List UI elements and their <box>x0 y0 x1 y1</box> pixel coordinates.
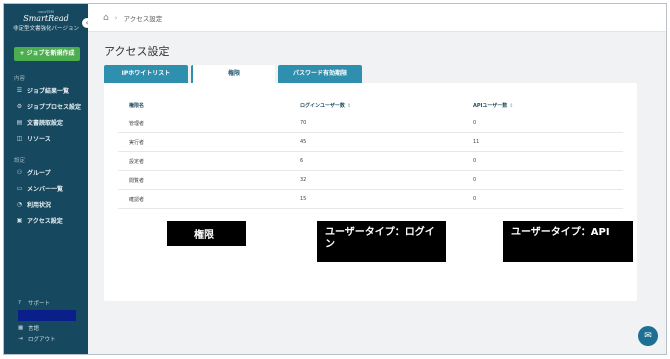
table-row: 設定者 6 0 <box>118 153 623 171</box>
sidebar-item-label: ジョブプロセス設定 <box>27 103 82 111</box>
cell-api-users: 0 <box>473 177 477 183</box>
cell-role: 閲覧者 <box>129 178 145 184</box>
table-row: 実行者 45 11 <box>118 134 623 152</box>
document-icon: ▤ <box>16 118 23 126</box>
home-icon[interactable]: ⌂ <box>103 13 109 23</box>
logout-link[interactable]: ⇥ ログアウト <box>18 335 56 343</box>
tab-password-expiry[interactable]: パスワード有効期限 <box>278 65 362 83</box>
sidebar-item-usage[interactable]: ◔ 利用状況 <box>16 199 51 209</box>
section-label-settings: 設定 <box>14 158 26 164</box>
language-icon: ▦ <box>18 325 24 331</box>
column-header-login-users[interactable]: ログインユーザー数 ⇕ <box>300 102 351 109</box>
list-icon: ☰ <box>16 86 23 94</box>
group-icon: ⚇ <box>16 168 23 176</box>
redacted-bar <box>18 310 76 321</box>
sort-icon[interactable]: ⇕ <box>347 103 351 109</box>
sidebar-item-access-settings[interactable]: ▣ アクセス設定 <box>16 215 63 225</box>
access-icon: ▣ <box>16 216 23 224</box>
sidebar-item-label: 文書読取設定 <box>27 119 64 127</box>
sidebar-item-group[interactable]: ⚇ グループ <box>16 167 51 177</box>
chevron-right-icon: › <box>114 13 118 22</box>
logo-product: SmartRead <box>23 14 69 23</box>
app-window: cocoTEM SmartRead 非定型文書強化バージョン ‹ + ジョブを新… <box>3 3 667 355</box>
tab-ip-whitelist[interactable]: IPホワイトリスト <box>104 65 188 83</box>
section-label-content: 内容 <box>14 76 26 82</box>
logo[interactable]: cocoTEM SmartRead 非定型文書強化バージョン <box>4 10 88 32</box>
breadcrumb-current: アクセス設定 <box>123 14 163 23</box>
cell-api-users: 11 <box>473 139 480 145</box>
annotation-user-type-login: ユーザータイプ：ログイン <box>317 221 446 262</box>
tab-permissions[interactable]: 権限 <box>191 65 275 83</box>
annotation-permissions: 権限 <box>167 221 246 246</box>
sidebar-item-label: メンバー一覧 <box>27 185 64 193</box>
column-header-role: 権限名 <box>129 103 145 109</box>
logo-edition: 非定型文書強化バージョン <box>13 26 79 32</box>
sidebar-item-label: リソース <box>27 135 51 143</box>
sort-icon[interactable]: ⇕ <box>509 103 513 109</box>
usage-icon: ◔ <box>16 200 23 208</box>
resource-icon: ◫ <box>16 134 23 142</box>
cell-login-users: 32 <box>300 177 307 183</box>
sidebar-item-label: アクセス設定 <box>27 217 63 225</box>
cell-role: 確認者 <box>129 197 145 203</box>
annotation-user-type-api: ユーザータイプ：API <box>503 221 633 262</box>
page-title: アクセス設定 <box>104 45 170 58</box>
sidebar-item-job-results[interactable]: ☰ ジョブ結果一覧 <box>16 85 69 95</box>
column-header-api-users[interactable]: APIユーザー数 ⇕ <box>473 102 514 109</box>
support-label: サポート <box>28 301 51 307</box>
cell-api-users: 0 <box>473 196 477 202</box>
cell-login-users: 45 <box>300 139 307 145</box>
logout-icon: ⇥ <box>18 336 23 342</box>
sidebar-item-label: ジョブ結果一覧 <box>27 87 70 95</box>
member-icon: ▭ <box>16 184 23 192</box>
sidebar-item-label: グループ <box>27 169 51 177</box>
language-selector[interactable]: ▦ 言語 <box>18 324 39 332</box>
sidebar-item-members[interactable]: ▭ メンバー一覧 <box>16 183 63 193</box>
cell-login-users: 15 <box>300 196 307 202</box>
table-row: 管理者 70 0 <box>118 115 623 133</box>
logout-label: ログアウト <box>28 337 56 343</box>
cell-api-users: 0 <box>473 158 477 164</box>
sidebar-item-label: 利用状況 <box>27 201 52 209</box>
help-icon: ? <box>18 300 21 306</box>
process-icon: ⚙ <box>16 102 23 110</box>
cell-api-users: 0 <box>473 120 477 126</box>
sidebar-item-job-process[interactable]: ⚙ ジョブプロセス設定 <box>16 101 81 111</box>
sidebar: cocoTEM SmartRead 非定型文書強化バージョン ‹ + ジョブを新… <box>4 4 92 354</box>
cell-login-users: 6 <box>300 158 304 164</box>
language-label: 言語 <box>28 326 40 332</box>
sidebar-item-resource[interactable]: ◫ リソース <box>16 133 51 143</box>
cell-role: 管理者 <box>129 121 145 127</box>
cell-login-users: 70 <box>300 120 307 126</box>
cell-role: 設定者 <box>129 159 145 165</box>
main-content: ⌂ › アクセス設定 アクセス設定 IPホワイトリスト 権限 パスワード有効期限… <box>88 4 666 354</box>
cell-role: 実行者 <box>129 140 145 146</box>
breadcrumb: ⌂ › アクセス設定 <box>88 4 666 32</box>
table-row: 閲覧者 32 0 <box>118 172 623 190</box>
table-row: 確認者 15 0 <box>118 191 623 209</box>
sidebar-item-document-reading[interactable]: ▤ 文書読取設定 <box>16 117 63 127</box>
chat-icon[interactable]: ✉ <box>638 326 658 346</box>
new-job-button[interactable]: + ジョブを新規作成 <box>14 47 80 61</box>
support-link[interactable]: ? サポート <box>18 299 50 307</box>
